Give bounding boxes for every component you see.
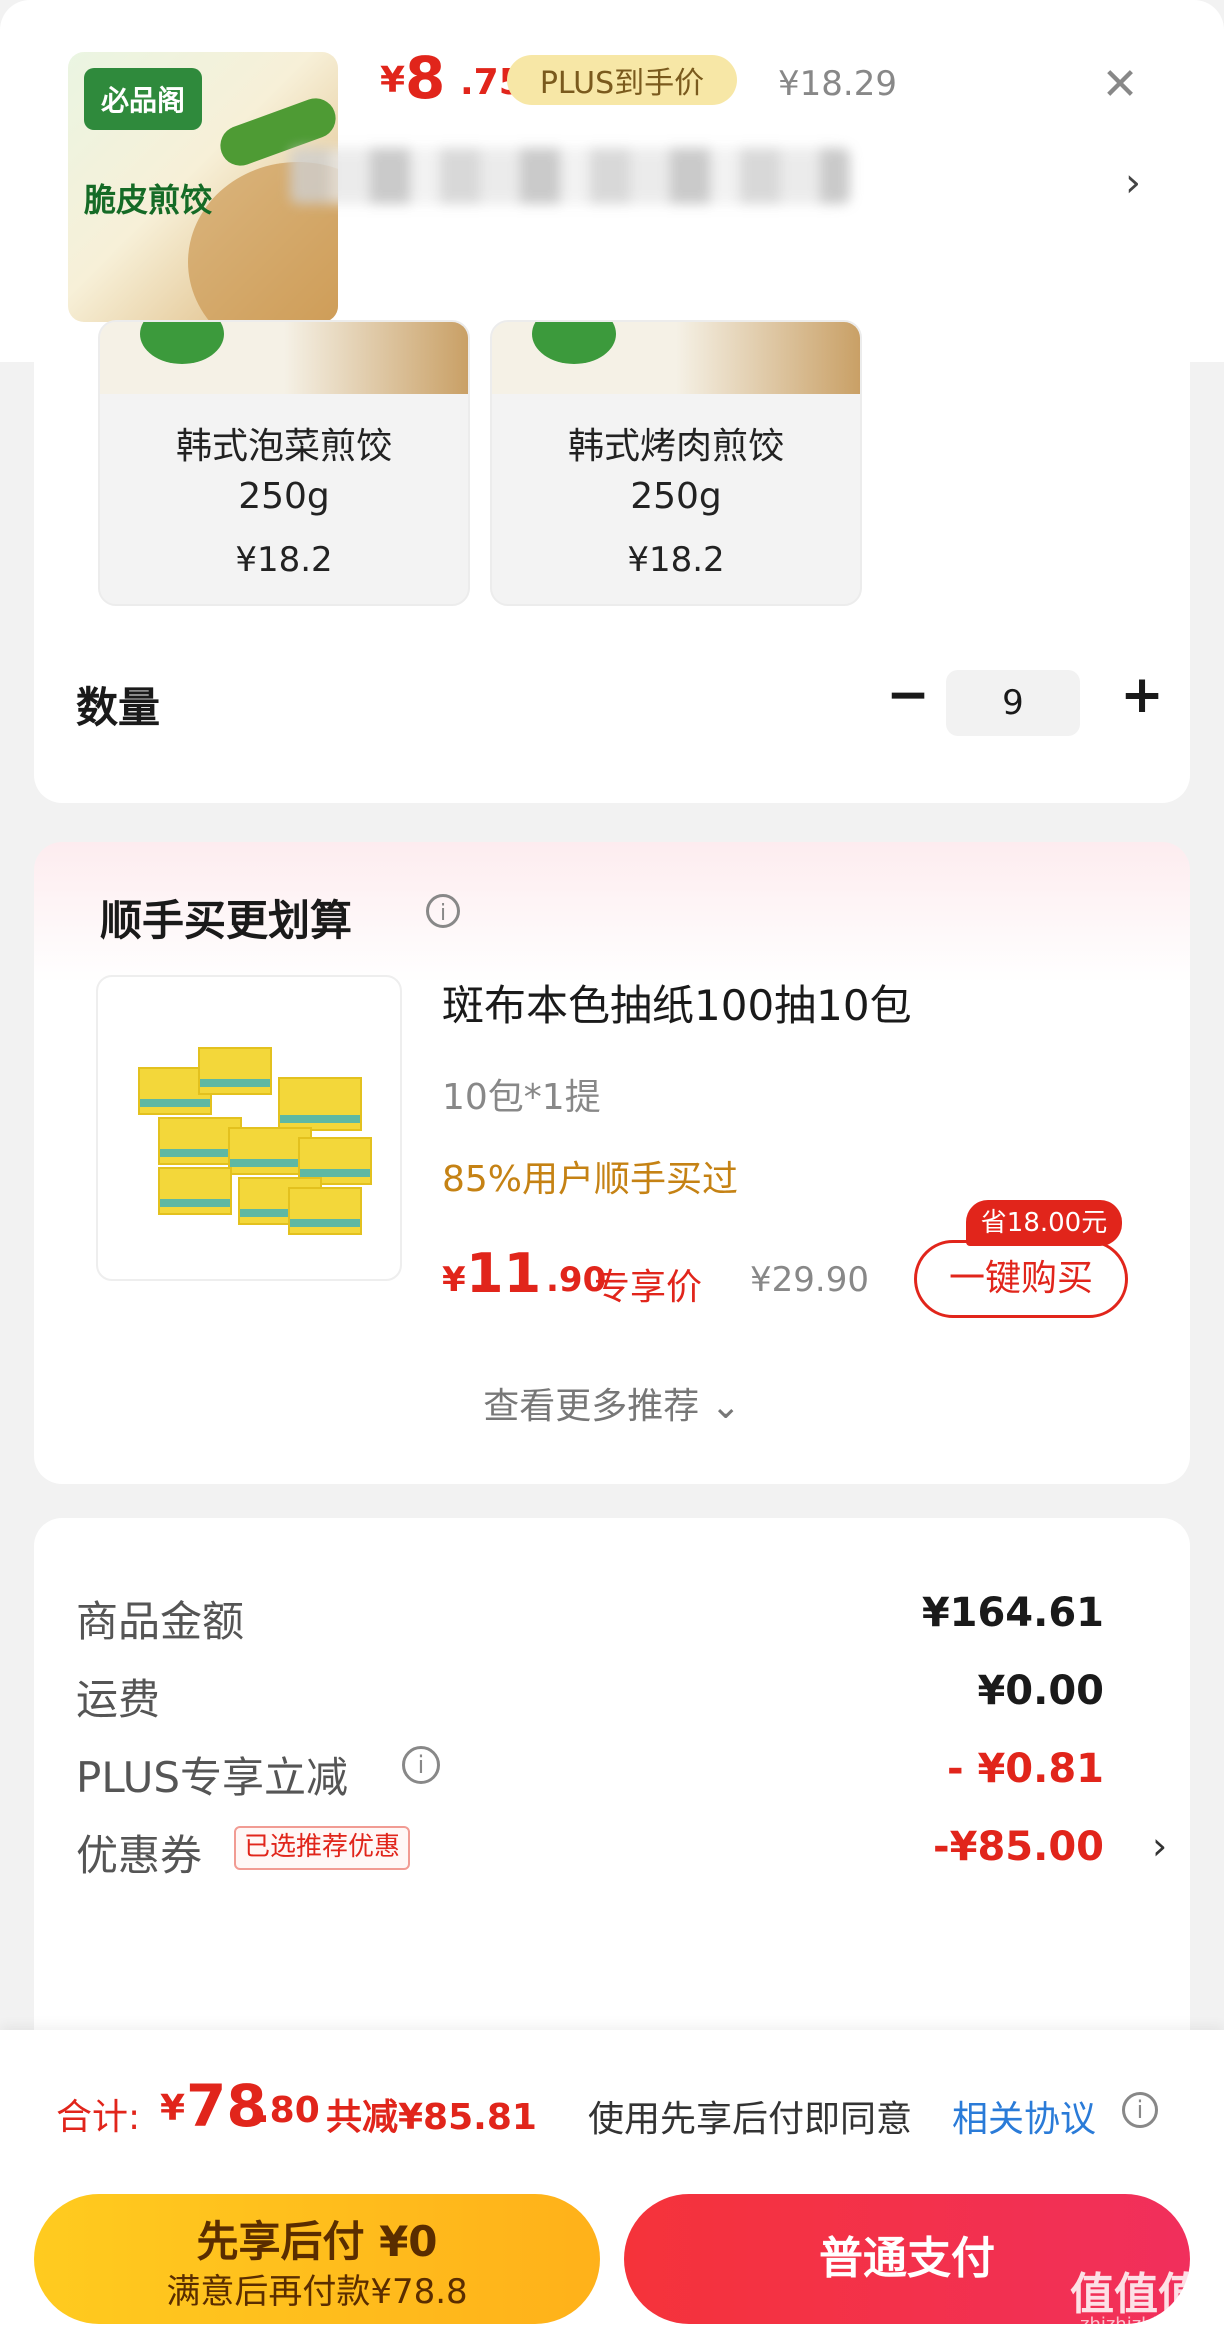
recommend-card: 顺手买更划算 i 斑布本色抽纸100抽10包 10包*1提 85%用户顺手买过 …: [34, 842, 1190, 1484]
variant-image: [100, 322, 468, 394]
quantity-minus-button[interactable]: −: [878, 660, 938, 730]
total-label: 合计:: [56, 2097, 141, 2138]
exclusive-price-label: 专享价: [594, 1267, 703, 1308]
variant-price: ¥18.2: [235, 540, 333, 580]
goods-amount-value: ¥164.61: [921, 1590, 1104, 1636]
close-icon[interactable]: ✕: [1090, 55, 1150, 115]
pay-later-title: 先享后付 ¥0: [196, 2217, 438, 2266]
agreement-text: 使用先享后付即同意: [588, 2099, 913, 2140]
info-icon[interactable]: i: [402, 1746, 440, 1784]
checkout-bar: 合计: ¥ 78 .80 共减¥85.81 使用先享后付即同意 相关协议 i 先…: [0, 2030, 1224, 2343]
pay-later-button[interactable]: 先享后付 ¥0 满意后再付款¥78.8: [34, 2194, 600, 2324]
more-recommendations-link[interactable]: 查看更多推荐 ⌄: [34, 1377, 1190, 1429]
variant-card: 韩式泡菜煎饺 250g ¥18.2 韩式烤肉煎饺 250g ¥18.2 数量 −…: [34, 320, 1190, 803]
brand-logo: 必品阁: [84, 68, 202, 130]
quantity-label: 数量: [76, 683, 161, 732]
total-savings: 共减¥85.81: [326, 2097, 537, 2138]
total-decimal: .80: [256, 2090, 320, 2131]
product-header: 必品阁 脆皮煎饺 ¥ 8 .75 PLUS到手价 ¥18.29 ✕ ›: [0, 0, 1224, 362]
info-icon[interactable]: i: [1122, 2092, 1158, 2128]
price-symbol: ¥: [380, 60, 406, 101]
pay-later-subtitle: 满意后再付款¥78.8: [166, 2272, 468, 2312]
plus-discount-label: PLUS专享立减: [76, 1753, 349, 1802]
recommend-product-name[interactable]: 斑布本色抽纸100抽10包: [442, 972, 912, 1033]
quantity-plus-button[interactable]: +: [1112, 660, 1172, 730]
original-price: ¥18.29: [778, 64, 897, 104]
shipping-label: 运费: [76, 1675, 161, 1724]
tissue-product-image[interactable]: [96, 975, 402, 1281]
variant-image: [492, 322, 860, 394]
recommend-original-price: ¥29.90: [750, 1260, 869, 1300]
thumbnail-product-name: 脆皮煎饺: [84, 181, 213, 219]
watermark-url: zhizhizhi.com: [1080, 2314, 1202, 2335]
total-symbol: ¥: [160, 2088, 186, 2129]
quantity-input[interactable]: 9: [946, 670, 1080, 736]
coupon-selected-tag: 已选推荐优惠: [234, 1826, 411, 1870]
variant-name: 韩式泡菜煎饺 250g: [175, 426, 392, 517]
plus-discount-value: - ¥0.81: [946, 1746, 1104, 1792]
recommend-title: 顺手买更划算: [100, 896, 353, 945]
variant-price: ¥18.2: [627, 540, 725, 580]
recommend-price-symbol: ¥: [442, 1260, 466, 1300]
plus-price-badge: PLUS到手价: [507, 55, 737, 105]
variant-option[interactable]: 韩式泡菜煎饺 250g ¥18.2: [98, 320, 470, 606]
info-icon[interactable]: i: [426, 894, 460, 928]
recommend-social-proof: 85%用户顺手买过: [442, 1159, 739, 1200]
save-amount-badge: 省18.00元: [966, 1200, 1122, 1246]
total-integer: 78: [186, 2072, 267, 2140]
shipping-value: ¥0.00: [977, 1668, 1104, 1714]
goods-amount-label: 商品金额: [76, 1597, 245, 1646]
price-integer: 8: [405, 44, 446, 112]
agreement-link[interactable]: 相关协议: [952, 2090, 1096, 2142]
coupon-value[interactable]: -¥85.00: [933, 1824, 1104, 1870]
selected-spec-blurred[interactable]: [290, 148, 850, 204]
chevron-right-icon[interactable]: ›: [1152, 1824, 1167, 1868]
watermark-logo: 值值值: [1070, 2269, 1202, 2320]
variant-option[interactable]: 韩式烤肉煎饺 250g ¥18.2: [490, 320, 862, 606]
recommend-price-integer: 11: [466, 1242, 542, 1305]
variant-name: 韩式烤肉煎饺 250g: [567, 426, 784, 517]
price-summary-card: 商品金额 ¥164.61 运费 ¥0.00 PLUS专享立减 i - ¥0.81…: [34, 1518, 1190, 2038]
recommend-product-spec: 10包*1提: [442, 1077, 601, 1118]
coupon-label: 优惠券: [76, 1831, 203, 1880]
chevron-right-icon[interactable]: ›: [1125, 160, 1141, 206]
one-click-buy-button[interactable]: 一键购买: [914, 1240, 1128, 1318]
